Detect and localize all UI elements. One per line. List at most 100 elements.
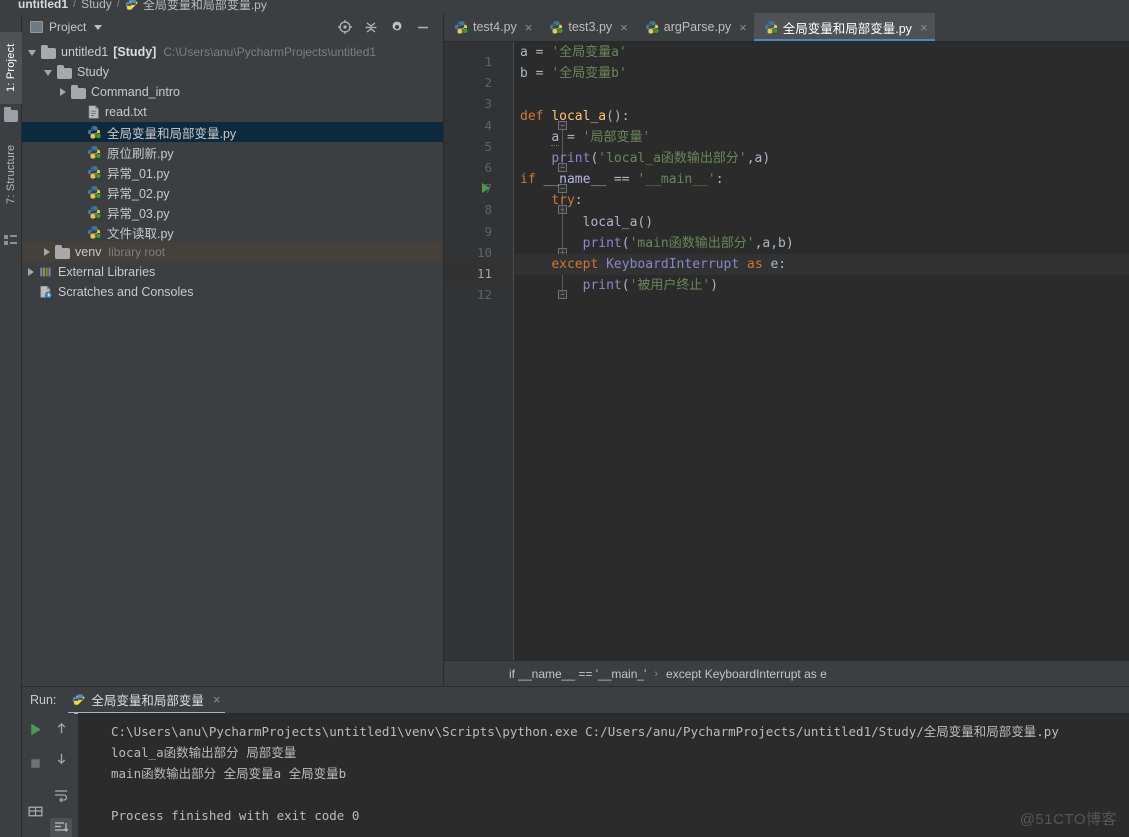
- line-number: 2: [484, 75, 492, 91]
- line-number: 3: [484, 96, 492, 112]
- locate-icon[interactable]: [337, 19, 353, 35]
- close-icon[interactable]: ×: [213, 693, 221, 706]
- tree-row[interactable]: 异常_03.py: [22, 202, 443, 222]
- stop-button[interactable]: [27, 755, 44, 777]
- tree-row-label: External Libraries: [58, 265, 156, 279]
- code-token: print: [551, 150, 591, 166]
- rerun-button[interactable]: [27, 721, 44, 743]
- tree-row-label: 文件读取.py: [107, 226, 174, 241]
- line-number: 10: [476, 244, 492, 260]
- tool-window-tab-project[interactable]: 1: Project: [0, 32, 22, 104]
- tool-window-tab-project-label: 1: Project: [5, 43, 17, 93]
- breadcrumb-item-folder[interactable]: Study: [81, 0, 112, 11]
- code-line[interactable]: print('local_a函数输出部分',a): [514, 148, 1129, 169]
- editor-tab-label: test3.py: [568, 20, 613, 34]
- editor-tab[interactable]: 全局变量和局部变量.py ×: [753, 13, 935, 41]
- twisty-expanded-icon[interactable]: [28, 50, 36, 56]
- twisty-collapsed-icon[interactable]: [44, 248, 50, 256]
- chevron-down-icon[interactable]: [94, 24, 103, 30]
- code-token: :: [574, 193, 583, 209]
- editor-gutter[interactable]: 1 2 3 4 5 6 7 8 9 10 11 12: [444, 42, 514, 660]
- code-line[interactable]: print('main函数输出部分',a,b): [514, 233, 1129, 254]
- python-file-icon: [87, 205, 102, 219]
- scratches-icon: [40, 285, 53, 299]
- python-file-icon: [454, 20, 468, 34]
- tree-row[interactable]: untitled1 [Study] C:\Users\anu\PycharmProj…: [22, 42, 443, 62]
- tree-row[interactable]: 文件读取.py: [22, 222, 443, 242]
- close-icon[interactable]: ×: [920, 21, 928, 34]
- code-token: e:: [770, 256, 787, 272]
- code-line[interactable]: a = '全局变量a': [514, 42, 1129, 63]
- editor-breadcrumb-item-0[interactable]: if __name__ == '__main_': [509, 667, 646, 681]
- scroll-down-button[interactable]: [54, 751, 69, 771]
- python-file-icon: [764, 21, 778, 34]
- close-icon[interactable]: ×: [525, 21, 533, 34]
- code-line[interactable]: try:: [514, 190, 1129, 211]
- tree-row[interactable]: Command_intro: [22, 82, 443, 102]
- close-icon[interactable]: ×: [620, 21, 628, 34]
- code-line[interactable]: b = '全局变量b': [514, 63, 1129, 84]
- project-panel-title-group[interactable]: Project: [30, 20, 103, 34]
- console-line: C:\Users\anu\PycharmProjects\untitled1\v…: [111, 724, 1059, 739]
- editor-fold-column[interactable]: −−−−−−: [500, 42, 567, 660]
- code-line[interactable]: except KeyboardInterrupt as e:: [514, 253, 1129, 276]
- code-token: a: [520, 45, 528, 60]
- collapse-all-icon[interactable]: [363, 19, 379, 35]
- tree-row[interactable]: 全局变量和局部变量.py: [22, 122, 443, 142]
- editor-breadcrumb-item-1[interactable]: except KeyboardInterrupt as e: [666, 667, 827, 681]
- editor-code-area[interactable]: a = '全局变量a' b = '全局变量b' def local_a(): a …: [514, 42, 1129, 660]
- scroll-to-end-button[interactable]: [50, 818, 72, 837]
- line-number: 4: [484, 117, 492, 133]
- editor-tab[interactable]: argParse.py ×: [635, 13, 754, 41]
- tool-window-tab-structure[interactable]: 7: Structure: [0, 132, 22, 216]
- editor-tab-bar[interactable]: test4.py × test3.py × argParse.py × 全局变量和局部…: [444, 13, 1129, 42]
- close-icon[interactable]: ×: [739, 21, 747, 34]
- line-number: 11: [476, 266, 492, 281]
- editor-tab[interactable]: test4.py ×: [444, 13, 539, 41]
- project-tree[interactable]: untitled1 [Study] C:\Users\anu\PycharmProj…: [22, 40, 443, 302]
- folder-icon: [71, 84, 86, 99]
- tree-row[interactable]: read.txt: [22, 102, 443, 122]
- tree-row[interactable]: 异常_01.py: [22, 162, 443, 182]
- settings-gear-icon[interactable]: [389, 19, 405, 35]
- twisty-expanded-icon[interactable]: [44, 70, 52, 76]
- code-token: '全局变量b': [551, 66, 627, 82]
- tree-row[interactable]: 原位刷新.py: [22, 142, 443, 162]
- code-token: =: [527, 45, 552, 60]
- python-file-icon: [87, 146, 101, 159]
- code-line[interactable]: if __name__ == '__main__':: [514, 169, 1129, 190]
- editor-tab[interactable]: test3.py ×: [539, 13, 634, 41]
- breadcrumb-item-file[interactable]: 全局变量和局部变量.py: [143, 0, 267, 13]
- soft-wrap-button[interactable]: [53, 787, 69, 808]
- python-file-icon: [87, 165, 102, 179]
- python-file-icon: [87, 125, 102, 139]
- code-line[interactable]: [514, 84, 1129, 105]
- tree-row[interactable]: venv library root: [22, 242, 443, 262]
- code-line[interactable]: a = '局部变量': [514, 127, 1129, 148]
- editor-tab-label: 全局变量和局部变量.py: [782, 21, 912, 36]
- tree-row[interactable]: Study: [22, 62, 443, 82]
- tree-row[interactable]: External Libraries: [22, 262, 443, 282]
- run-console-output[interactable]: C:\Users\anu\PycharmProjects\untitled1\v…: [78, 713, 1129, 837]
- twisty-collapsed-icon[interactable]: [28, 268, 34, 276]
- left-tool-strip: 1: Project 7: Structure: [0, 14, 22, 837]
- code-line[interactable]: def local_a():: [514, 106, 1129, 127]
- print-button[interactable]: [27, 803, 44, 825]
- scroll-up-button[interactable]: [54, 721, 69, 741]
- tree-row[interactable]: 异常_02.py: [22, 182, 443, 202]
- code-line[interactable]: print('被用户终止'): [514, 275, 1129, 296]
- tree-row[interactable]: Scratches and Consoles: [22, 282, 443, 302]
- code-token: as: [739, 256, 771, 272]
- hide-icon[interactable]: [415, 19, 431, 35]
- tree-row-label: 异常_01.py: [107, 166, 170, 181]
- run-configuration-tab[interactable]: 全局变量和局部变量 ×: [66, 687, 226, 714]
- run-panel-label: Run:: [30, 693, 57, 707]
- twisty-collapsed-icon[interactable]: [60, 88, 66, 96]
- python-file-icon: [87, 186, 101, 199]
- breadcrumb-item-project[interactable]: untitled1: [18, 0, 68, 11]
- python-file-icon: [125, 0, 138, 10]
- code-editor[interactable]: 123456789101112 −−−−−− a = '全局变量a'b = '全…: [444, 42, 1129, 660]
- code-line[interactable]: local_a(): [514, 212, 1129, 233]
- run-line-marker-icon[interactable]: [482, 183, 490, 194]
